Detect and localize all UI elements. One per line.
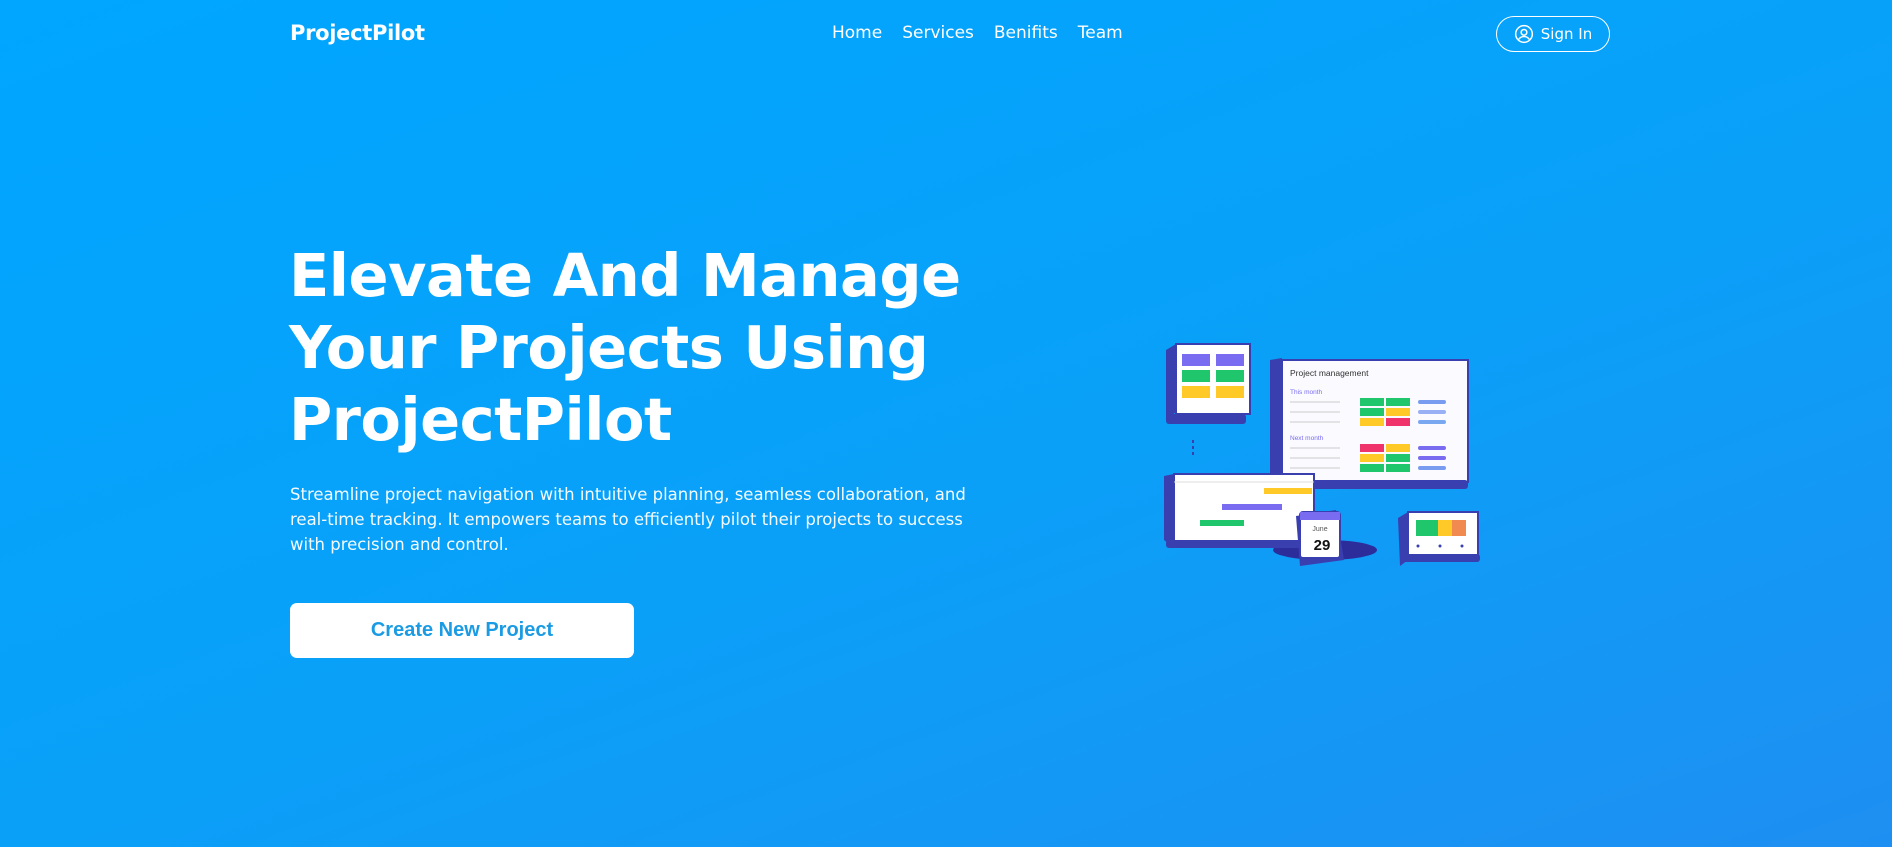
user-circle-icon [1514,24,1533,44]
panel-section-label: Next month [1290,435,1324,442]
hero-title-line: Elevate And Manage [289,241,961,310]
calendar-day: 29 [1314,537,1331,554]
device-edge [1270,358,1282,488]
nav-menu: Home Services Benifits Team [832,23,1123,43]
nav-link-services[interactable]: Services [902,23,974,43]
top-navigation: ProjectPilot Home Services Benifits Team… [0,0,1892,70]
create-new-project-button[interactable]: Create New Project [290,603,634,658]
device-edge [1166,344,1176,420]
project-management-illustration: Project management This month Next month… [1164,343,1480,566]
hero-description: Streamline project navigation with intui… [290,485,966,554]
sign-in-button[interactable]: Sign In [1496,16,1610,52]
hero-title-line: ProjectPilot [289,385,672,454]
sign-in-label: Sign In [1540,25,1593,43]
logo[interactable]: ProjectPilot [290,21,425,45]
panel-title: Project management [1290,368,1369,378]
nav-link-team[interactable]: Team [1078,23,1123,43]
nav-link-benefits[interactable]: Benifits [994,23,1058,43]
calendar-month: June [1312,526,1327,533]
nav-link-home[interactable]: Home [832,23,882,43]
device-base [1166,414,1246,424]
hero-title-line: Your Projects Using [289,313,929,382]
calendar-icon: June 29 [1296,510,1344,566]
hero-title: Elevate And Manage Your Projects Using P… [289,240,1009,456]
device-edge [1164,474,1174,548]
panel-section-label: This month [1290,389,1323,396]
